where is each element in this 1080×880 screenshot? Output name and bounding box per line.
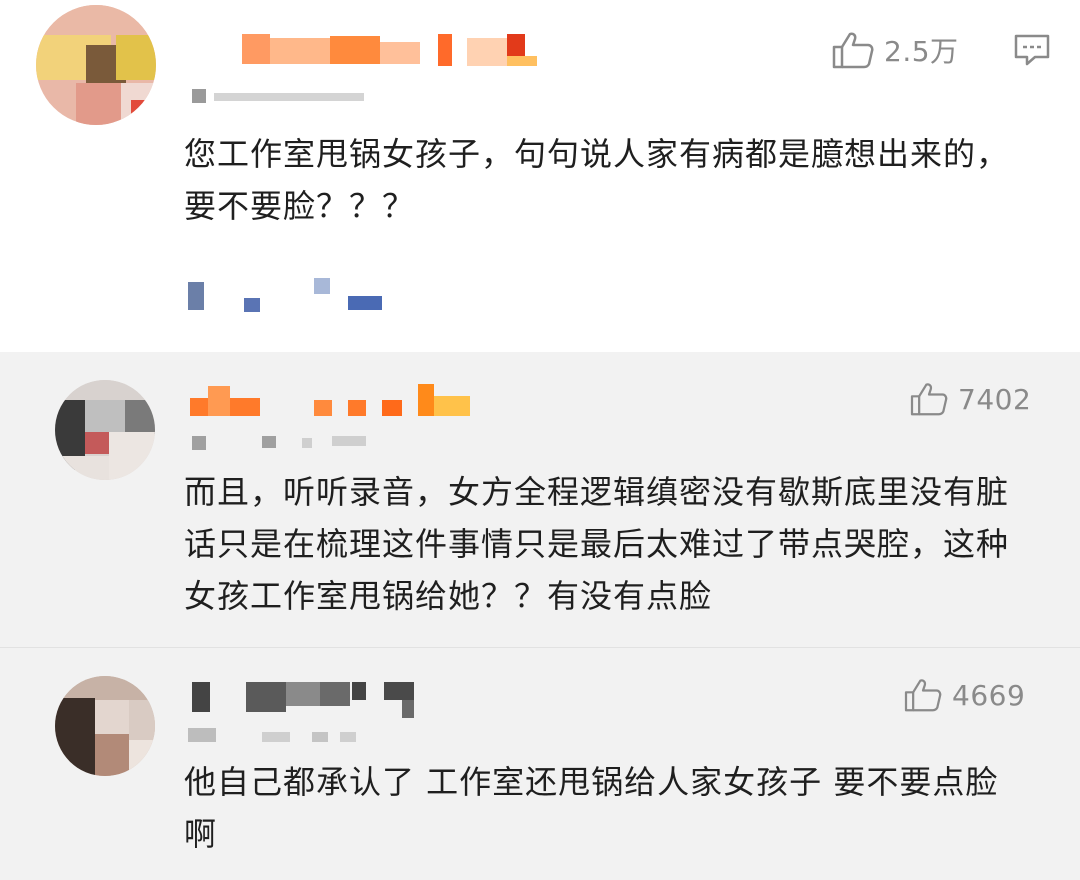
username-redacted[interactable] [192,676,422,720]
like-count: 4669 [952,678,1026,712]
comment-item: 4669 他自己都承认了 工作室还甩锅给人家女孩子 要不要点脸啊 [0,647,1080,880]
like-button[interactable]: 2.5万 [832,30,959,70]
reply-button[interactable] [1013,33,1051,71]
comment-text: 而且，听听录音，女方全程逻辑缜密没有歇斯底里没有脏话只是在梳理这件事情只是最后太… [184,473,1010,615]
timestamp-redacted [192,432,372,452]
thumbs-up-icon [904,679,942,712]
thumbs-up-icon [910,383,948,416]
thumbs-up-icon [832,32,874,69]
comment-icon [1014,34,1050,66]
username-redacted[interactable] [190,380,480,424]
like-count: 2.5万 [884,35,959,68]
comment-item: 2.5万 您工作室甩锅女孩子，句句说人家有病都是臆想出来的，要不要脸？？？ [0,0,1080,352]
comment-item: 7402 而且，听听录音，女方全程逻辑缜密没有歇斯底里没有脏话只是在梳理这件事情… [0,352,1080,647]
comment-text: 他自己都承认了 工作室还甩锅给人家女孩子 要不要点脸啊 [184,763,999,853]
avatar[interactable] [55,676,155,776]
avatar[interactable] [55,380,155,480]
avatar[interactable] [36,5,156,125]
reply-summary-redacted[interactable] [188,278,388,312]
username-redacted[interactable] [242,28,542,72]
comment-text: 您工作室甩锅女孩子，句句说人家有病都是臆想出来的，要不要脸？？？ [184,135,1010,225]
like-button[interactable]: 4669 [904,678,1025,712]
like-count: 7402 [958,382,1032,416]
timestamp-redacted [188,726,368,746]
timestamp-redacted [192,87,372,107]
like-button[interactable]: 7402 [910,382,1031,416]
